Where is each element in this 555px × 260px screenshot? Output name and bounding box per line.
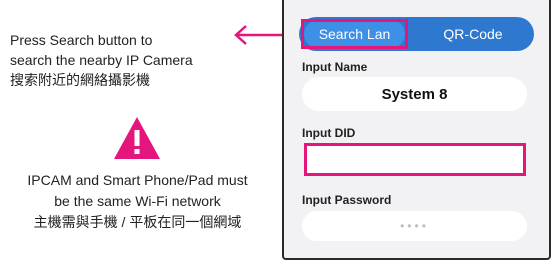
input-did-label: Input DID	[302, 126, 356, 140]
instruction-text: Press Search button to search the nearby…	[10, 30, 250, 90]
did-field[interactable]	[304, 143, 526, 176]
warning-icon	[114, 117, 160, 159]
instruction-line-3: 搜索附近的網絡攝影機	[10, 72, 150, 88]
name-field[interactable]: System 8	[302, 77, 527, 111]
name-field-value: System 8	[381, 85, 448, 103]
tab-qr-code[interactable]: QR-Code	[417, 20, 529, 48]
note-line-3: 主機需與手機 / 平板在同一個網域	[33, 214, 242, 230]
password-field[interactable]: ••••	[302, 211, 527, 241]
instruction-line-1: Press Search button to	[10, 32, 153, 48]
search-button-highlight	[301, 19, 408, 49]
note-line-2: be the same Wi-Fi network	[54, 193, 221, 209]
note-line-1: IPCAM and Smart Phone/Pad must	[27, 172, 248, 188]
input-name-label: Input Name	[302, 60, 368, 74]
phone-screen: Search Lan QR-Code Input Name System 8 I…	[282, 0, 551, 260]
password-field-value: ••••	[400, 219, 429, 233]
instruction-line-2: search the nearby IP Camera	[10, 52, 193, 68]
network-note: IPCAM and Smart Phone/Pad must be the sa…	[0, 170, 275, 233]
input-password-label: Input Password	[302, 193, 392, 207]
